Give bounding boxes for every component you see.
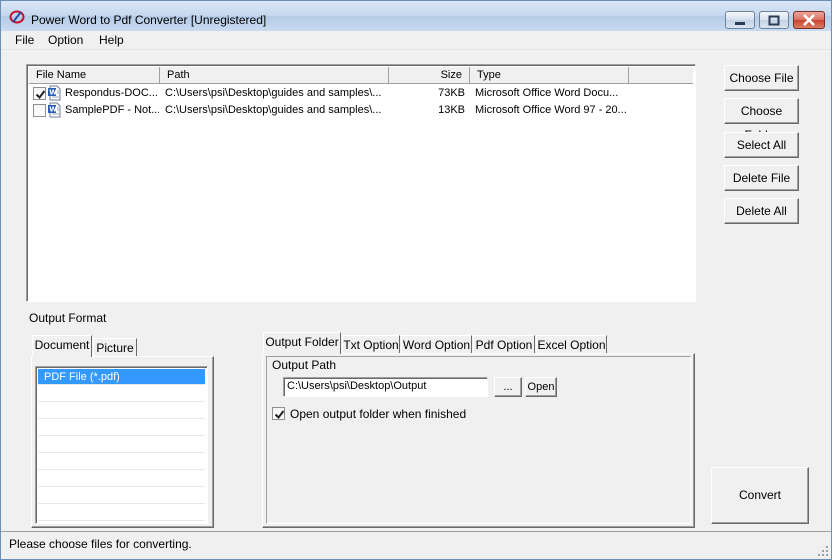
choose-folder-button[interactable]: Choose Folder (724, 98, 799, 142)
open-when-finished-checkbox[interactable] (272, 407, 285, 420)
file-row-checkbox[interactable] (33, 104, 46, 117)
minimize-icon (735, 22, 745, 25)
tab-output-folder[interactable]: Output Folder (263, 332, 341, 354)
svg-text:W: W (49, 89, 57, 97)
choose-file-button[interactable]: Choose File (724, 65, 799, 91)
column-header-size[interactable]: Size (389, 67, 470, 84)
output-format-label: Output Format (29, 311, 107, 325)
open-folder-button[interactable]: Open (525, 377, 557, 397)
close-icon (803, 14, 815, 26)
column-header-path[interactable]: Path (160, 67, 389, 84)
file-path: C:\Users\psi\Desktop\guides and samples\… (165, 87, 382, 99)
checkmark-icon (35, 90, 46, 100)
list-item (38, 488, 205, 504)
title-bar[interactable]: Power Word to Pdf Converter [Unregistere… (1, 1, 831, 31)
app-logo-icon (9, 10, 25, 24)
word-document-icon: W (48, 85, 61, 101)
file-row[interactable]: W SamplePDF - Not... C:\Users\psi\Deskto… (29, 102, 693, 119)
file-row-checkbox[interactable] (33, 87, 46, 100)
list-item (38, 437, 205, 453)
menu-file[interactable]: File (15, 33, 34, 47)
select-all-button[interactable]: Select All (724, 132, 799, 158)
tab-document[interactable]: Document (32, 335, 92, 357)
menu-bar: File Option Help (1, 31, 831, 50)
column-header-filler (629, 67, 693, 84)
file-list[interactable]: File Name Path Size Type W Respondus-DOC… (26, 64, 696, 302)
delete-file-button[interactable]: Delete File (724, 165, 799, 191)
list-item (38, 420, 205, 436)
status-text: Please choose files for converting. (9, 537, 192, 551)
close-button[interactable] (793, 11, 825, 29)
tab-txt-option[interactable]: Txt Option (342, 335, 400, 355)
file-name: SamplePDF - Not... (65, 104, 159, 116)
file-size: 73KB (438, 87, 465, 99)
file-type: Microsoft Office Word Docu... (475, 87, 619, 99)
file-name: Respondus-DOC... (65, 87, 158, 99)
status-bar: Please choose files for converting. (1, 531, 831, 559)
list-item (38, 454, 205, 470)
menu-option[interactable]: Option (48, 33, 83, 47)
output-path-input[interactable]: C:\Users\psi\Desktop\Output (283, 377, 488, 397)
convert-button[interactable]: Convert (711, 467, 809, 524)
file-path: C:\Users\psi\Desktop\guides and samples\… (165, 104, 382, 116)
app-window: Power Word to Pdf Converter [Unregistere… (0, 0, 832, 560)
word-document-icon: W (48, 102, 61, 118)
tab-pdf-option[interactable]: Pdf Option (473, 335, 535, 355)
minimize-button[interactable] (725, 11, 755, 29)
output-path-label: Output Path (272, 358, 337, 372)
checkmark-icon (274, 410, 285, 420)
tab-excel-option[interactable]: Excel Option (536, 335, 607, 355)
column-header-file-name[interactable]: File Name (29, 67, 160, 84)
tab-picture[interactable]: Picture (93, 338, 137, 358)
file-row[interactable]: W Respondus-DOC... C:\Users\psi\Desktop\… (29, 85, 693, 102)
format-item-pdf[interactable]: PDF File (*.pdf) (38, 369, 205, 385)
window-title: Power Word to Pdf Converter [Unregistere… (31, 13, 267, 27)
browse-button[interactable]: ... (494, 377, 522, 397)
list-item (38, 471, 205, 487)
format-list[interactable]: PDF File (*.pdf) (35, 366, 208, 524)
list-item (38, 386, 205, 402)
list-item (38, 403, 205, 419)
maximize-button[interactable] (759, 11, 789, 29)
tab-word-option[interactable]: Word Option (401, 335, 472, 355)
column-header-type[interactable]: Type (470, 67, 629, 84)
delete-all-button[interactable]: Delete All (724, 198, 799, 224)
maximize-icon (768, 15, 780, 26)
file-type: Microsoft Office Word 97 - 20... (475, 104, 627, 116)
svg-text:W: W (49, 106, 57, 114)
open-when-finished-label[interactable]: Open output folder when finished (290, 407, 466, 421)
file-size: 13KB (438, 104, 465, 116)
menu-help[interactable]: Help (99, 33, 124, 47)
resize-grip-icon[interactable] (817, 545, 829, 557)
list-item (38, 505, 205, 521)
